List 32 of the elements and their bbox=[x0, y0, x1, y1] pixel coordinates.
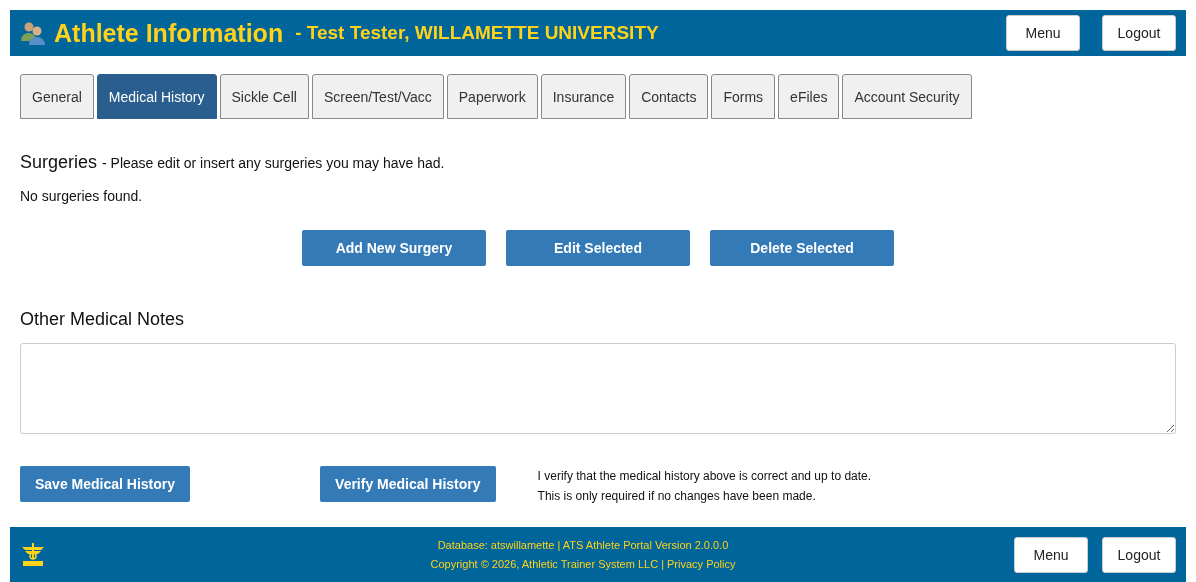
action-button[interactable]: Add New Surgery bbox=[302, 230, 486, 266]
menu-button[interactable]: Menu bbox=[1014, 536, 1088, 573]
notes-field[interactable] bbox=[20, 343, 1176, 434]
database-info: Database: atswillamette | ATS Athlete Portal Version 2.0.0.0 bbox=[437, 537, 729, 553]
tab[interactable]: Insurance bbox=[540, 74, 627, 119]
page-title: Athlete Information bbox=[54, 18, 284, 48]
tab[interactable]: Paperwork bbox=[446, 74, 538, 119]
tab[interactable]: eFiles bbox=[778, 74, 840, 119]
save-button[interactable]: Save Medical History bbox=[20, 466, 191, 502]
logout-button[interactable]: Logout bbox=[1102, 536, 1176, 573]
section-title: Surgeries bbox=[20, 152, 98, 173]
section-title: Other Medical Notes bbox=[20, 309, 186, 330]
tab[interactable]: General bbox=[20, 74, 94, 119]
tab[interactable]: Contacts bbox=[629, 74, 709, 119]
privacy-link[interactable]: Privacy Policy bbox=[667, 557, 736, 570]
copyright-text: Copyright © 2026, Athletic Trainer System LLC | Privacy Policy bbox=[430, 556, 736, 572]
tab[interactable]: Medical History bbox=[96, 74, 217, 119]
verify-note: I verify that the medical history above is correct and up to date. This is only required if no changes have been made. bbox=[537, 468, 872, 505]
action-button[interactable]: Edit Selected bbox=[506, 230, 690, 266]
empty-message: No surgeries found. bbox=[20, 188, 144, 204]
tab[interactable]: Screen/Test/Vacc bbox=[311, 74, 444, 119]
people-icon bbox=[20, 21, 46, 45]
section-hint: - Please edit or insert any surgeries you may have had. bbox=[102, 155, 445, 171]
athlete-name: - Test Tester, WILLAMETTE UNIVERSITY bbox=[295, 22, 659, 44]
tab[interactable]: Sickle Cell bbox=[219, 74, 309, 119]
tab[interactable]: Forms bbox=[711, 74, 776, 119]
verify-button[interactable]: Verify Medical History bbox=[320, 466, 496, 502]
action-button[interactable]: Delete Selected bbox=[710, 230, 894, 266]
tab[interactable]: Account Security bbox=[842, 74, 972, 119]
logout-button[interactable]: Logout bbox=[1102, 15, 1176, 51]
menu-button[interactable]: Menu bbox=[1006, 15, 1080, 51]
caduceus-logo-icon bbox=[20, 542, 46, 567]
